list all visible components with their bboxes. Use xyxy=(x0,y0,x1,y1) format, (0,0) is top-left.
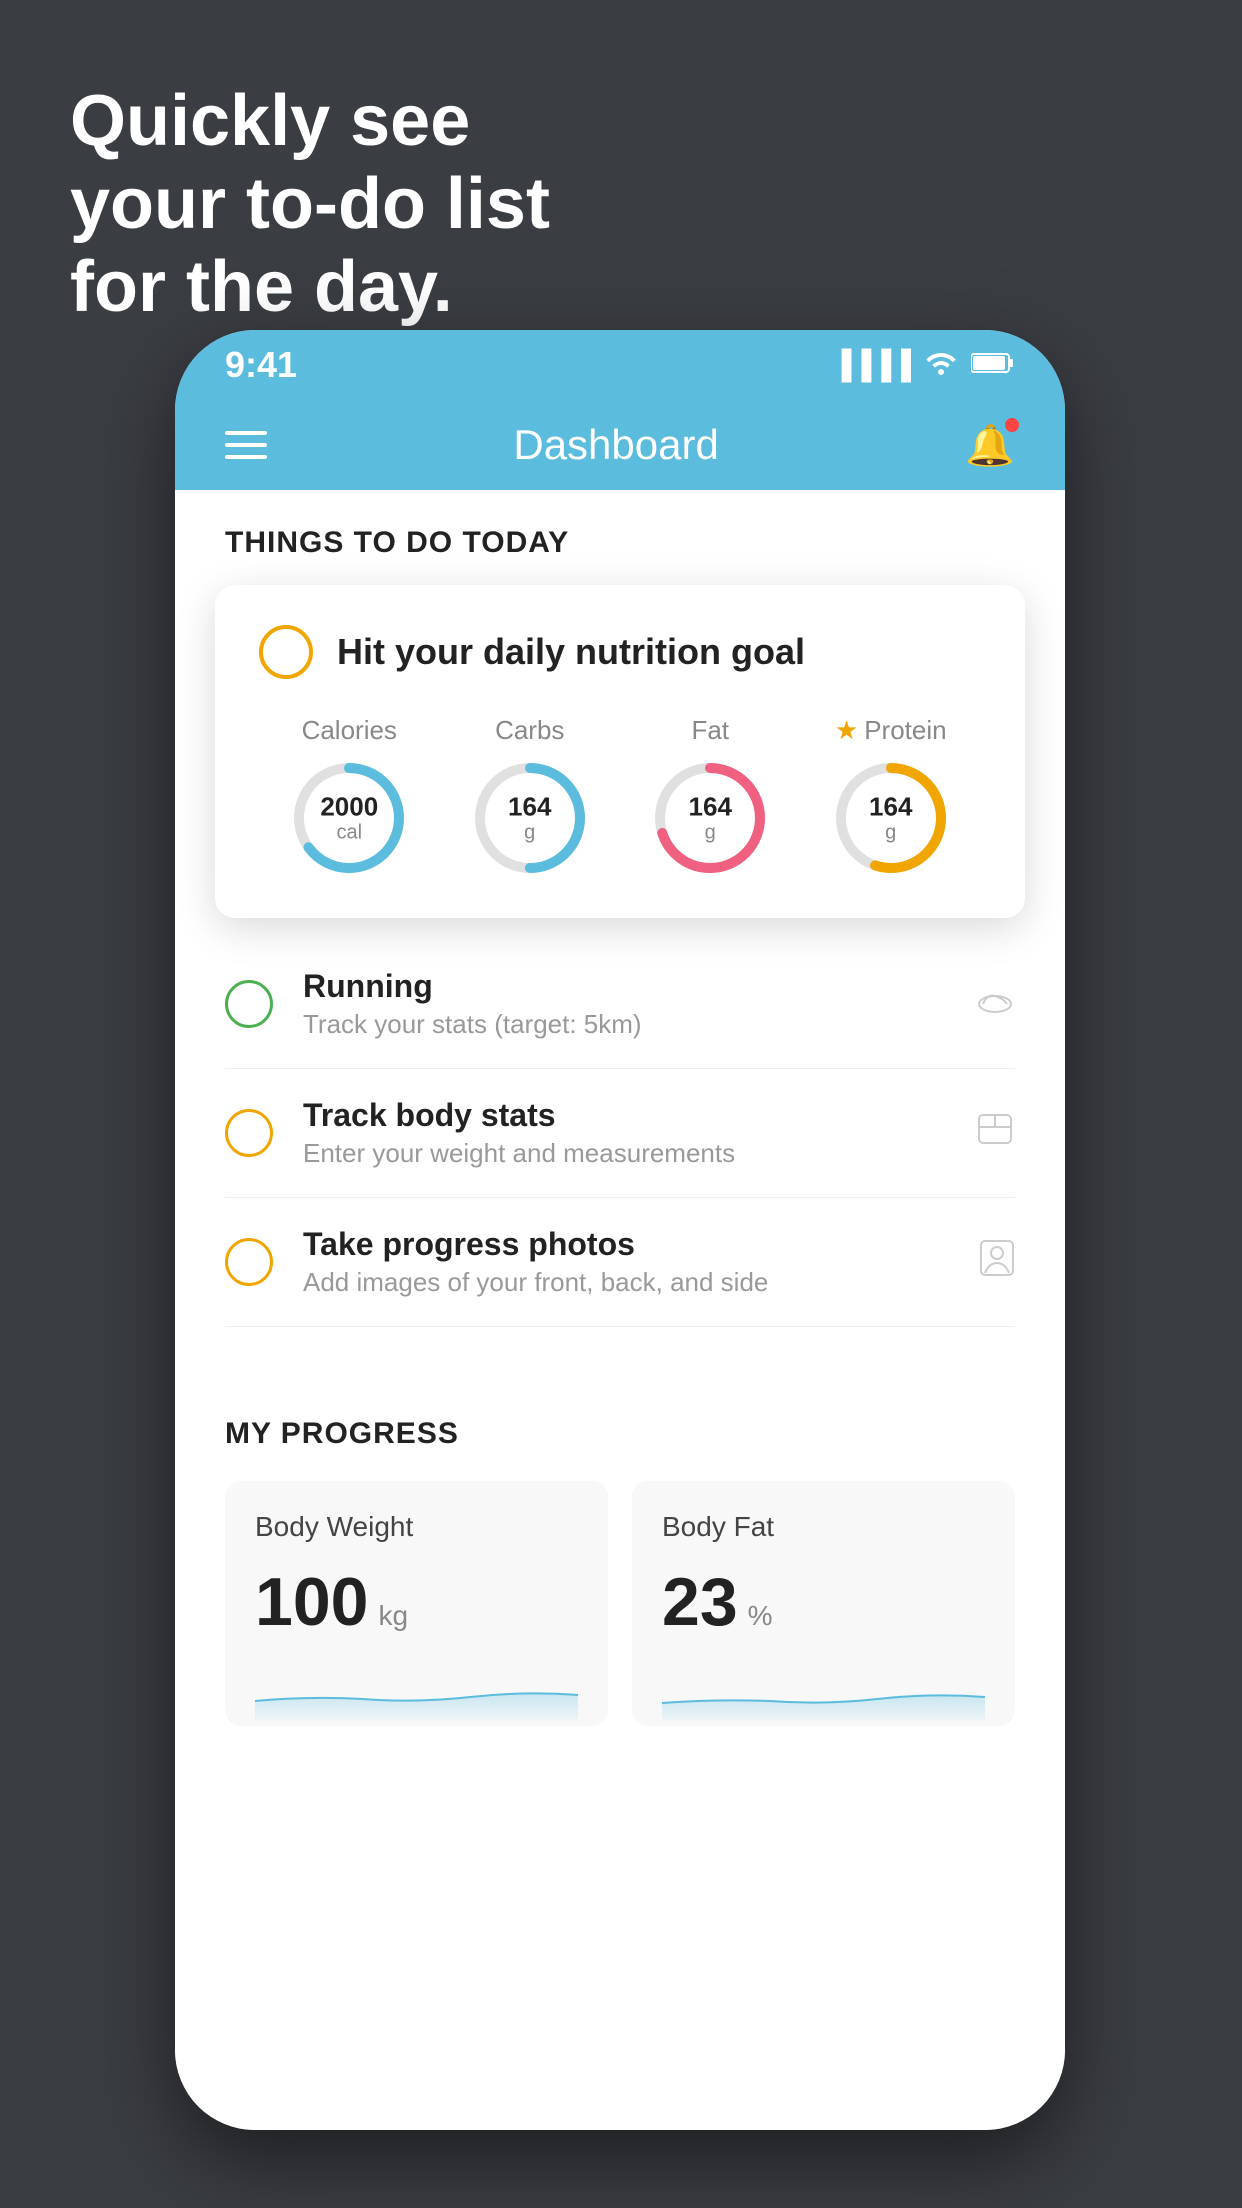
nutrition-fat: Fat 164 g xyxy=(650,715,770,878)
wifi-icon xyxy=(923,349,959,382)
body-weight-number: 100 xyxy=(255,1563,368,1641)
star-icon: ★ xyxy=(835,715,858,746)
featured-card-text: Hit your daily nutrition goal xyxy=(337,631,805,673)
running-title: Running xyxy=(303,968,945,1005)
body-fat-card[interactable]: Body Fat 23 % xyxy=(632,1481,1015,1726)
phone-mockup: 9:41 ▐▐▐▐ Dashboard xyxy=(175,330,1065,2130)
progress-section-header: MY PROGRESS xyxy=(225,1417,1015,1451)
body-fat-value: 23 % xyxy=(662,1563,985,1641)
body-fat-unit: % xyxy=(748,1600,773,1632)
todo-body-stats[interactable]: Track body stats Enter your weight and m… xyxy=(225,1069,1015,1198)
carbs-value: 164 g xyxy=(508,793,551,844)
body-stats-title: Track body stats xyxy=(303,1097,945,1134)
phone-content: THINGS TO DO TODAY Hit your daily nutrit… xyxy=(175,490,1065,2130)
carbs-donut: 164 g xyxy=(470,758,590,878)
scale-icon xyxy=(975,1111,1015,1156)
progress-grid: Body Weight 100 kg xyxy=(225,1481,1015,1726)
todo-progress-photos[interactable]: Take progress photos Add images of your … xyxy=(225,1198,1015,1327)
person-icon xyxy=(979,1239,1015,1286)
featured-card-title-row: Hit your daily nutrition goal xyxy=(259,625,981,679)
progress-photos-check-circle[interactable] xyxy=(225,1238,273,1286)
hamburger-line1 xyxy=(225,431,267,435)
body-fat-title: Body Fat xyxy=(662,1511,985,1543)
menu-button[interactable] xyxy=(225,431,267,459)
headline-line1: Quickly see xyxy=(70,80,550,163)
notification-button[interactable]: 🔔 xyxy=(965,422,1015,469)
body-fat-chart xyxy=(662,1661,985,1721)
headline-line2: your to-do list xyxy=(70,163,550,246)
body-stats-info: Track body stats Enter your weight and m… xyxy=(303,1097,945,1169)
nutrition-grid: Calories 2000 cal Carbs xyxy=(259,715,981,878)
body-stats-check-circle[interactable] xyxy=(225,1109,273,1157)
body-weight-unit: kg xyxy=(378,1600,408,1632)
status-bar: 9:41 ▐▐▐▐ xyxy=(175,330,1065,400)
body-weight-value: 100 kg xyxy=(255,1563,578,1641)
calories-value: 2000 cal xyxy=(320,793,378,844)
hamburger-line2 xyxy=(225,443,267,447)
hamburger-line3 xyxy=(225,455,267,459)
nav-bar: Dashboard 🔔 xyxy=(175,400,1065,490)
protein-value: 164 g xyxy=(869,793,912,844)
nutrition-check-circle[interactable] xyxy=(259,625,313,679)
body-weight-chart xyxy=(255,1661,578,1721)
fat-donut: 164 g xyxy=(650,758,770,878)
protein-label: ★ Protein xyxy=(835,715,947,746)
progress-photos-subtitle: Add images of your front, back, and side xyxy=(303,1267,949,1298)
headline-line3: for the day. xyxy=(70,246,550,329)
fat-value: 164 g xyxy=(689,793,732,844)
carbs-label: Carbs xyxy=(495,715,564,746)
things-section-header: THINGS TO DO TODAY xyxy=(175,490,1065,580)
body-weight-title: Body Weight xyxy=(255,1511,578,1543)
notification-dot xyxy=(1005,418,1019,432)
running-info: Running Track your stats (target: 5km) xyxy=(303,968,945,1040)
body-fat-number: 23 xyxy=(662,1563,738,1641)
progress-section: MY PROGRESS Body Weight 100 kg xyxy=(175,1367,1065,1726)
headline: Quickly see your to-do list for the day. xyxy=(70,80,550,328)
featured-card: Hit your daily nutrition goal Calories 2… xyxy=(215,585,1025,918)
nutrition-carbs: Carbs 164 g xyxy=(470,715,590,878)
todo-list: Running Track your stats (target: 5km) T… xyxy=(175,940,1065,1327)
body-stats-subtitle: Enter your weight and measurements xyxy=(303,1138,945,1169)
running-icon xyxy=(975,983,1015,1025)
nutrition-calories: Calories 2000 cal xyxy=(289,715,409,878)
calories-label: Calories xyxy=(302,715,397,746)
status-time: 9:41 xyxy=(225,344,297,386)
battery-icon xyxy=(971,349,1015,381)
nav-title: Dashboard xyxy=(513,421,718,469)
running-subtitle: Track your stats (target: 5km) xyxy=(303,1009,945,1040)
progress-photos-info: Take progress photos Add images of your … xyxy=(303,1226,949,1298)
fat-label: Fat xyxy=(691,715,729,746)
calories-donut: 2000 cal xyxy=(289,758,409,878)
status-icons: ▐▐▐▐ xyxy=(832,349,1015,382)
nutrition-protein: ★ Protein 164 g xyxy=(831,715,951,878)
progress-photos-title: Take progress photos xyxy=(303,1226,949,1263)
todo-running[interactable]: Running Track your stats (target: 5km) xyxy=(225,940,1015,1069)
body-weight-card[interactable]: Body Weight 100 kg xyxy=(225,1481,608,1726)
signal-icon: ▐▐▐▐ xyxy=(832,349,911,381)
protein-donut: 164 g xyxy=(831,758,951,878)
running-check-circle[interactable] xyxy=(225,980,273,1028)
